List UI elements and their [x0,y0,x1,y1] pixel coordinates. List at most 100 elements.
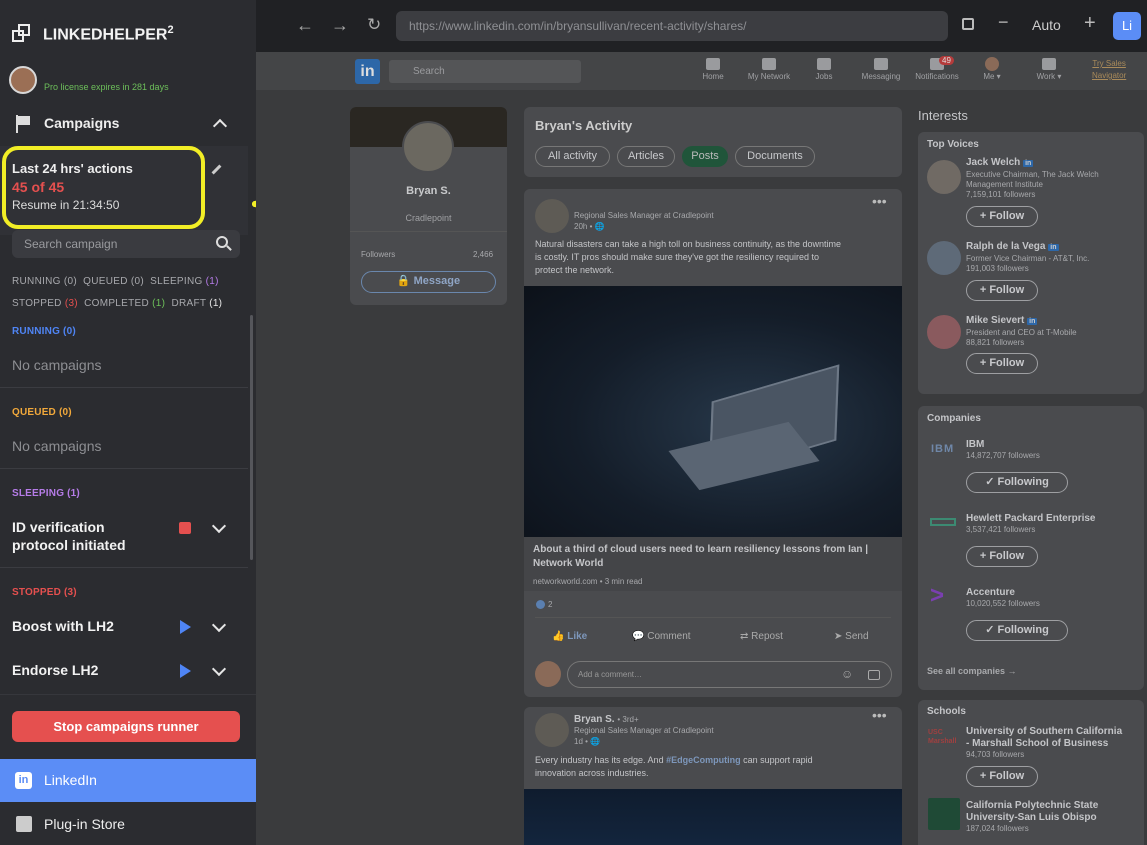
message-button[interactable]: 🔒 Message [361,271,496,293]
filter-stopped[interactable]: STOPPED (3) [12,298,78,309]
reaction-count[interactable]: 2 [548,600,552,609]
tab-posts[interactable]: Posts [682,146,728,167]
voice-avatar[interactable] [927,160,961,194]
play-icon[interactable] [180,664,191,678]
back-icon[interactable]: ← [296,15,314,36]
emoji-icon[interactable]: ☺ [841,667,853,681]
nav-linkedin[interactable]: in LinkedIn [0,759,256,802]
zoom-out-icon[interactable]: − [998,12,1009,33]
more-options-icon[interactable]: ••• [872,193,887,209]
nav-notifications[interactable]: Notifications [912,72,962,81]
scrollbar[interactable] [250,315,253,560]
nav-work[interactable]: Work ▾ [1024,72,1074,81]
grid-icon[interactable] [1042,58,1056,70]
comment-input[interactable]: Add a comment… ☺ [567,661,892,688]
chevron-up-icon[interactable] [212,118,228,134]
school-name[interactable]: California Polytechnic State [966,800,1098,811]
nav-plugin-store[interactable]: Plug-in Store [0,802,256,845]
reload-icon[interactable]: ↻ [367,15,381,35]
search-campaign-input[interactable]: Search campaign [12,230,240,258]
image-icon[interactable] [868,670,880,680]
chevron-down-icon[interactable] [211,617,227,633]
profile-name[interactable]: Bryan S. [350,185,507,197]
company-name[interactable]: Hewlett Packard Enterprise [966,513,1096,524]
url-bar[interactable]: https://www.linkedin.com/in/bryansulliva… [396,11,948,41]
follow-button[interactable]: + Follow [966,206,1038,227]
voice-name[interactable]: Ralph de la Vega in [966,241,1059,252]
link-title[interactable]: About a third of cloud users need to lea… [533,544,868,555]
profile-photo[interactable] [402,121,454,173]
copy-icon[interactable] [962,18,974,30]
stop-square-icon[interactable] [179,522,191,534]
usc-logo[interactable]: USC Marshall [928,728,958,754]
comment-button[interactable]: 💬 Comment [632,631,691,642]
following-button[interactable]: ✓ Following [966,472,1068,493]
nav-jobs[interactable]: Jobs [799,72,849,81]
calpoly-logo[interactable] [928,798,960,830]
post-image[interactable] [524,789,902,845]
company-name[interactable]: Accenture [966,587,1015,598]
chevron-down-icon[interactable] [211,661,227,677]
nav-home[interactable]: Home [688,72,738,81]
like-reaction-icon[interactable] [536,600,545,609]
filter-completed[interactable]: COMPLETED (1) [84,298,165,309]
hpe-logo[interactable] [930,518,956,526]
following-button[interactable]: ✓ Following [966,620,1068,641]
messaging-icon[interactable] [874,58,888,70]
stop-campaigns-runner-button[interactable]: Stop campaigns runner [12,711,240,742]
profile-badge[interactable]: Li [1113,12,1141,40]
home-icon[interactable] [706,58,720,70]
follow-button[interactable]: + Follow [966,353,1038,374]
linkedin-search[interactable]: Search [389,60,581,83]
nav-messaging[interactable]: Messaging [856,72,906,81]
accenture-logo[interactable]: > [930,582,944,610]
hashtag-link[interactable]: #EdgeComputing [666,755,741,765]
me-avatar[interactable] [985,57,999,71]
try-sales-navigator-link[interactable]: Try Sales Navigator [1092,58,1126,82]
forward-icon[interactable]: → [331,15,349,36]
linkedin-logo[interactable]: in [355,59,380,84]
chevron-down-icon[interactable] [211,518,227,534]
campaigns-header[interactable]: Campaigns [0,100,256,146]
follow-button[interactable]: + Follow [966,280,1038,301]
zoom-in-icon[interactable]: + [1084,12,1096,35]
campaign-endorse-lh2[interactable]: Endorse LH2 [12,662,98,678]
school-name[interactable]: University of Southern California [966,726,1122,737]
campaign-id-verification[interactable]: ID verification protocol initiated [12,518,152,554]
company-name[interactable]: IBM [966,439,984,450]
nav-me[interactable]: Me ▾ [967,72,1017,81]
zoom-level[interactable]: Auto [1032,17,1061,33]
filter-sleeping[interactable]: SLEEPING (1) [150,276,219,287]
play-icon[interactable] [180,620,191,634]
tab-articles[interactable]: Articles [617,146,675,167]
tab-documents[interactable]: Documents [735,146,815,167]
network-icon[interactable] [762,58,776,70]
post-author-avatar[interactable] [535,713,569,747]
voice-name[interactable]: Jack Welch in [966,157,1034,168]
voice-name[interactable]: Mike Sievert in [966,315,1038,326]
post-author-avatar[interactable] [535,199,569,233]
link-title[interactable]: Network World [533,558,603,569]
filter-queued[interactable]: QUEUED (0) [83,276,144,287]
see-all-companies-link[interactable]: See all companies → [927,666,1017,676]
send-button[interactable]: ➤ Send [834,631,869,642]
user-avatar[interactable] [9,66,37,94]
school-name[interactable]: - Marshall School of Business [966,738,1108,749]
post-author-name[interactable]: Bryan S. [574,714,615,725]
more-options-icon[interactable]: ••• [872,707,887,723]
voice-avatar[interactable] [927,241,961,275]
jobs-icon[interactable] [817,58,831,70]
campaign-boost-lh2[interactable]: Boost with LH2 [12,618,114,634]
like-button[interactable]: 👍 Like [552,631,587,642]
filter-draft[interactable]: DRAFT (1) [171,298,222,309]
follow-button[interactable]: + Follow [966,546,1038,567]
school-name[interactable]: University-San Luis Obispo [966,812,1097,823]
follow-button[interactable]: + Follow [966,766,1038,787]
tab-all-activity[interactable]: All activity [535,146,610,167]
nav-network[interactable]: My Network [744,72,794,81]
voice-avatar[interactable] [927,315,961,349]
post-image-storm-laptop[interactable] [524,286,902,537]
repost-button[interactable]: ⇄ Repost [740,631,783,642]
filter-running[interactable]: RUNNING (0) [12,276,77,287]
ibm-logo[interactable]: IBM [931,443,954,455]
